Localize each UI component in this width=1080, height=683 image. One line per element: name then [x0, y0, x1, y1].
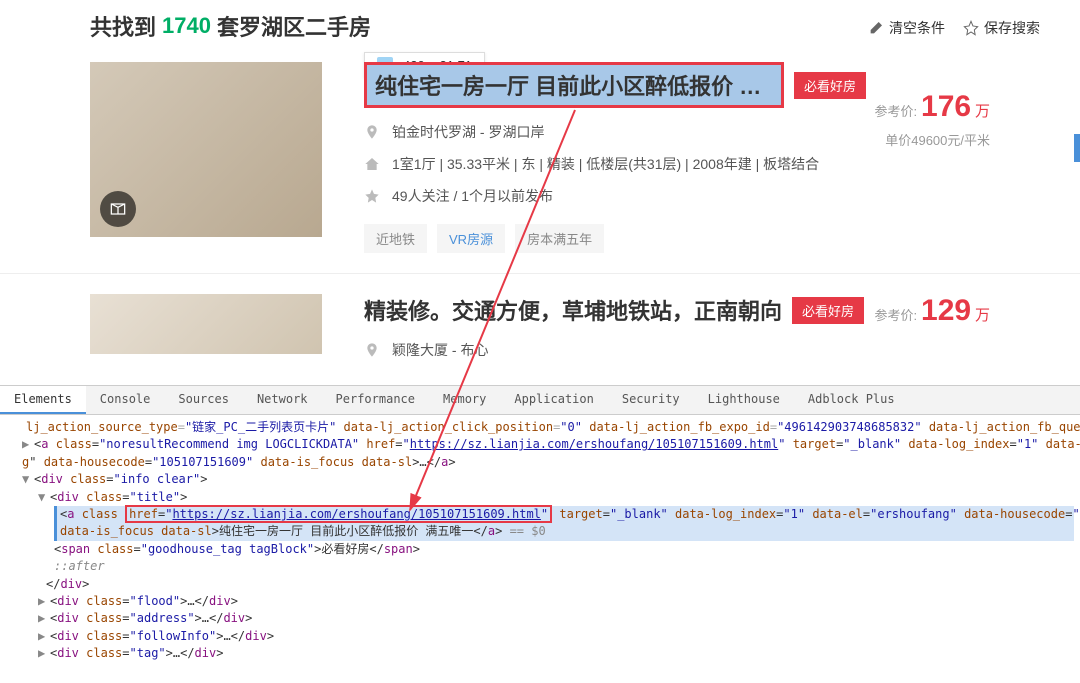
tab-security[interactable]: Security	[608, 386, 694, 414]
location-icon	[364, 124, 380, 140]
tab-lighthouse[interactable]: Lighthouse	[694, 386, 794, 414]
elements-tree[interactable]: lj_action_source_type="链家_PC_二手列表页卡片" da…	[0, 415, 1080, 683]
side-indicator	[1074, 134, 1080, 162]
listing-follow: 49人关注 / 1个月以前发布	[392, 186, 553, 206]
devtools-panel: Elements Console Sources Network Perform…	[0, 385, 1080, 683]
price-block: 参考价: 129 万	[875, 294, 990, 328]
good-house-tag: 必看好房	[792, 297, 864, 324]
devtools-tabs: Elements Console Sources Network Perform…	[0, 386, 1080, 415]
save-search-button[interactable]: 保存搜索	[963, 18, 1040, 38]
listing-image[interactable]	[90, 294, 322, 354]
tab-console[interactable]: Console	[86, 386, 165, 414]
tag-five-year: 房本满五年	[515, 224, 604, 253]
tab-application[interactable]: Application	[500, 386, 607, 414]
price-block: 参考价: 176 万 单价49600元/平米	[875, 90, 990, 149]
vr-badge	[100, 191, 136, 227]
count-suffix: 套罗湖区二手房	[217, 10, 371, 42]
listing-card[interactable]: 精装修。交通方便，草埔地铁站，正南朝向 必看好房 颖隆大厦 - 布心 参考价: …	[0, 274, 1080, 392]
star-icon	[963, 20, 979, 36]
unit-price: 单价49600元/平米	[875, 130, 990, 149]
count-number: 1740	[162, 13, 211, 39]
listing-title-link[interactable]: 纯住宅一房一厅 目前此小区醉低报价 满…	[364, 62, 784, 108]
tab-network[interactable]: Network	[243, 386, 322, 414]
good-house-tag: 必看好房	[794, 72, 866, 99]
tag-vr: VR房源	[437, 224, 505, 253]
tab-memory[interactable]: Memory	[429, 386, 500, 414]
star-outline-icon	[364, 188, 380, 204]
house-icon	[364, 156, 380, 172]
tab-performance[interactable]: Performance	[322, 386, 429, 414]
listing-specs: 1室1厅 | 35.33平米 | 东 | 精装 | 低楼层(共31层) | 20…	[392, 154, 819, 174]
count-prefix: 共找到	[90, 10, 156, 42]
tag-metro: 近地铁	[364, 224, 427, 253]
tags-row: 近地铁 VR房源 房本满五年	[364, 224, 990, 253]
tab-elements[interactable]: Elements	[0, 386, 86, 414]
vr-icon	[108, 199, 128, 219]
price-number: 176	[921, 90, 971, 123]
location-icon	[364, 342, 380, 358]
listing-title-link[interactable]: 精装修。交通方便，草埔地铁站，正南朝向	[364, 294, 782, 326]
listing-image[interactable]	[90, 62, 322, 237]
listing-location[interactable]: 颖隆大厦 - 布心	[392, 340, 488, 360]
tab-adblock[interactable]: Adblock Plus	[794, 386, 909, 414]
eraser-icon	[868, 20, 884, 36]
tab-sources[interactable]: Sources	[164, 386, 243, 414]
listing-location[interactable]: 铂金时代罗湖 - 罗湖口岸	[392, 122, 544, 142]
listing-card[interactable]: 纯住宅一房一厅 目前此小区醉低报价 满… 必看好房 铂金时代罗湖 - 罗湖口岸 …	[0, 42, 1080, 274]
price-number: 129	[921, 294, 971, 327]
clear-filters-button[interactable]: 清空条件	[868, 18, 945, 38]
result-count: 共找到 1740 套罗湖区二手房	[90, 10, 990, 42]
